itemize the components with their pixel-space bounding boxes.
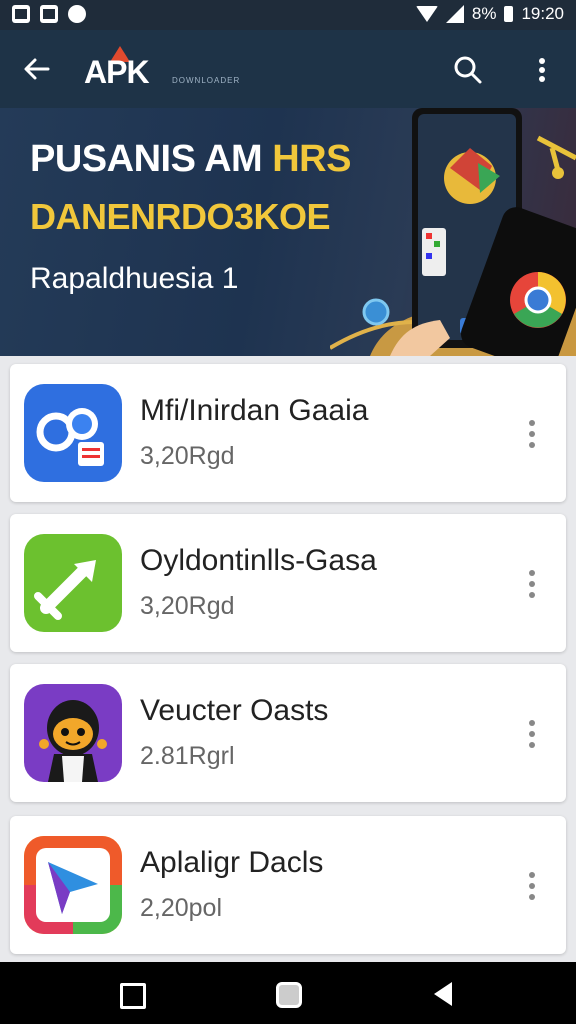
- app-size: 3,20Rgd: [140, 592, 235, 620]
- item-overflow-menu-icon[interactable]: [520, 866, 544, 906]
- status-indicators: 8% 19:20: [415, 4, 564, 24]
- logo-subtext: DOWNLOADER: [172, 76, 241, 85]
- list-item[interactable]: Oyldontinlls-Gasa 3,20Rgd: [10, 514, 566, 652]
- app-size: 2.81Rgrl: [140, 742, 235, 770]
- overflow-menu-icon[interactable]: [532, 54, 552, 86]
- item-overflow-menu-icon[interactable]: [520, 414, 544, 454]
- app-name: Aplaligr Dacls: [140, 846, 324, 879]
- notification-icons: [12, 5, 86, 23]
- system-navigation-bar: [0, 962, 576, 1024]
- clock: 19:20: [521, 4, 564, 23]
- app-size: 2,20pol: [140, 894, 223, 922]
- wifi-icon: [415, 6, 438, 22]
- green-tool-icon: [24, 534, 122, 632]
- app-notification-icon: [68, 5, 86, 23]
- banner-title-part1: PUSANIS AM: [30, 138, 263, 180]
- banner-title-line2: DANENRDO3KOE: [30, 196, 331, 237]
- list-item[interactable]: Aplaligr Dacls 2,20pol: [10, 816, 566, 954]
- app-size: 3,20Rgd: [140, 442, 235, 470]
- promo-banner[interactable]: PUSANIS AM HRS DANENRDO3KOE Rapaldhuesia…: [0, 108, 576, 356]
- battery-icon: [504, 6, 514, 22]
- app-name: Mfi/Inirdan Gaaia: [140, 394, 369, 427]
- apk-logo: APK DOWNLOADER: [84, 46, 239, 92]
- back-arrow-icon[interactable]: [20, 52, 54, 86]
- signal-icon: [445, 5, 464, 23]
- search-icon[interactable]: [452, 54, 484, 86]
- banner-subtitle: Rapaldhuesia 1: [30, 262, 239, 295]
- app-bar: APK DOWNLOADER: [0, 30, 576, 108]
- banner-phone-illustration: [330, 108, 576, 356]
- app-name: Veucter Oasts: [140, 694, 329, 727]
- ninja-character-icon: [24, 684, 122, 782]
- logo-text: APK: [84, 54, 150, 90]
- status-bar: 8% 19:20: [0, 0, 576, 30]
- list-item[interactable]: Veucter Oasts 2.81Rgrl: [10, 664, 566, 802]
- list-item[interactable]: Mfi/Inirdan Gaaia 3,20Rgd: [10, 364, 566, 502]
- item-overflow-menu-icon[interactable]: [520, 714, 544, 754]
- blue-glasses-icon: [24, 384, 122, 482]
- back-triangle-icon[interactable]: [434, 982, 452, 1006]
- image-notification-icon: [12, 5, 30, 23]
- recent-apps-icon[interactable]: [120, 983, 146, 1009]
- banner-title-line1: PUSANIS AM HRS: [30, 138, 351, 181]
- app-name: Oyldontinlls-Gasa: [140, 544, 377, 577]
- home-icon[interactable]: [276, 982, 302, 1008]
- colorful-play-icon: [24, 836, 122, 934]
- item-overflow-menu-icon[interactable]: [520, 564, 544, 604]
- gallery-notification-icon: [40, 5, 58, 23]
- battery-percent: 8%: [471, 4, 497, 23]
